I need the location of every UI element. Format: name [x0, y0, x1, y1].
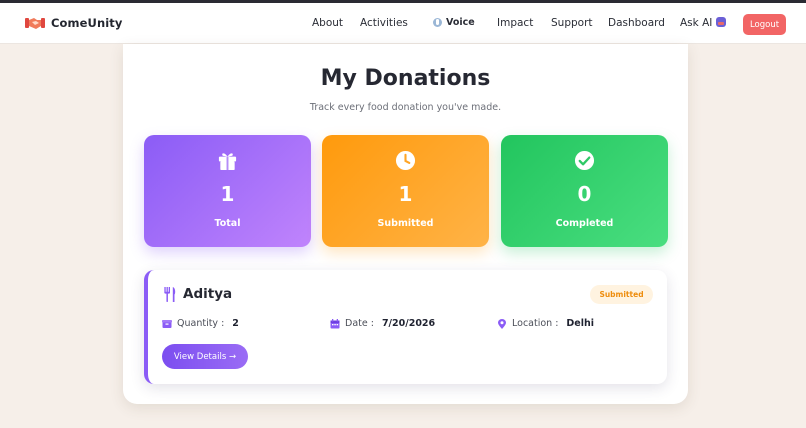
- location-value: Delhi: [566, 318, 595, 329]
- donor-name: Aditya: [183, 286, 233, 302]
- date-value: 7/20/2026: [381, 318, 436, 329]
- stat-card-total: 1 Total: [144, 135, 311, 247]
- date-meta: Date : 7/20/2026: [330, 318, 435, 329]
- stat-total-label: Total: [214, 218, 241, 229]
- handshake-logo-icon: [25, 18, 45, 29]
- clock-icon: [395, 150, 416, 171]
- donation-card: Aditya Submitted Quantity : 2 Date : 7/2…: [144, 270, 667, 384]
- quantity-value: 2: [232, 318, 239, 329]
- nav-link-voice[interactable]: Voice: [433, 17, 475, 28]
- location-label: Location :: [512, 318, 559, 329]
- nav-link-dashboard[interactable]: Dashboard: [608, 17, 665, 29]
- navbar: ComeUnity About Activities Voice Impact …: [0, 3, 806, 44]
- box-icon: [162, 319, 172, 328]
- stat-completed-label: Completed: [555, 218, 614, 229]
- page-subtitle: Track every food donation you've made.: [309, 102, 502, 113]
- stat-submitted-value: 1: [398, 182, 413, 206]
- map-pin-icon: [498, 318, 506, 329]
- quantity-label: Quantity :: [177, 318, 225, 329]
- location-meta: Location : Delhi: [497, 318, 594, 329]
- nav-link-impact[interactable]: Impact: [497, 17, 533, 29]
- stat-completed-value: 0: [577, 182, 592, 206]
- nav-voice-label: Voice: [446, 17, 475, 28]
- stat-submitted-label: Submitted: [377, 218, 434, 229]
- microphone-icon: [433, 18, 442, 27]
- view-details-button[interactable]: View Details →: [162, 344, 248, 369]
- stat-card-completed: 0 Completed: [501, 135, 668, 247]
- calendar-icon: [330, 318, 340, 328]
- nav-ask-ai-label: Ask AI: [680, 17, 713, 29]
- status-badge: Submitted: [590, 285, 653, 304]
- check-circle-icon: [574, 150, 595, 171]
- logout-button[interactable]: Logout: [743, 14, 786, 35]
- quantity-meta: Quantity : 2: [162, 318, 239, 329]
- date-label: Date :: [345, 318, 374, 329]
- nav-link-ask-ai[interactable]: Ask AI: [680, 17, 727, 29]
- page-title: My Donations: [320, 66, 491, 91]
- gift-icon: [218, 153, 237, 171]
- stat-total-value: 1: [220, 182, 235, 206]
- utensils-icon: [164, 287, 176, 302]
- brand[interactable]: ComeUnity: [25, 15, 122, 31]
- robot-icon: [716, 17, 727, 27]
- stat-card-submitted: 1 Submitted: [322, 135, 489, 247]
- nav-link-support[interactable]: Support: [551, 17, 593, 29]
- nav-link-activities[interactable]: Activities: [360, 17, 408, 29]
- donations-panel: My Donations Track every food donation y…: [123, 44, 688, 404]
- brand-name: ComeUnity: [51, 16, 123, 30]
- nav-link-about[interactable]: About: [312, 17, 343, 29]
